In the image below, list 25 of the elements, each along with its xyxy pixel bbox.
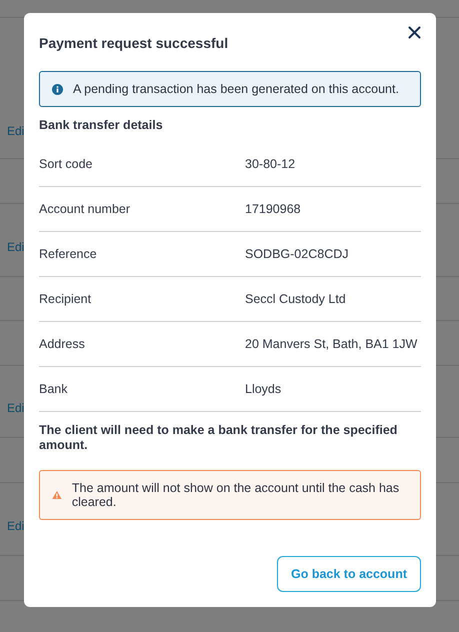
warning-banner-text: The amount will not show on the account until the cash has cleared. (70, 481, 400, 509)
detail-label: Reference (39, 247, 98, 261)
edit-link[interactable]: Edi (0, 124, 24, 138)
section-title: Bank transfer details (39, 118, 164, 132)
detail-value: 17190968 (245, 202, 301, 216)
detail-label: Address (39, 337, 86, 351)
detail-value: 20 Manvers St, Bath, BA1 1JW (245, 337, 418, 351)
back-button[interactable]: Go back to account (277, 556, 421, 592)
detail-value: SODBG-02C8CDJ (245, 247, 348, 261)
edit-link[interactable]: Edi (0, 519, 24, 533)
dialog-title: Payment request successful (39, 35, 228, 51)
detail-label: Recipient (39, 292, 92, 306)
detail-value: Lloyds (245, 382, 282, 396)
detail-value: 30-80-12 (245, 157, 296, 171)
detail-value: Seccl Custody Ltd (245, 292, 346, 306)
warning-icon (52, 490, 62, 500)
info-banner-text: A pending transaction has been generated on this account. (72, 82, 399, 96)
close-icon[interactable] (408, 26, 421, 39)
detail-label: Account number (39, 202, 132, 216)
instruction-text: The client will need to make a bank transfer for the specified amount. (39, 423, 398, 453)
edit-link[interactable]: Edi (0, 240, 24, 254)
detail-label: Bank (39, 382, 68, 396)
edit-link[interactable]: Edi (0, 401, 24, 415)
detail-label: Sort code (39, 157, 94, 171)
info-icon (52, 84, 63, 94)
